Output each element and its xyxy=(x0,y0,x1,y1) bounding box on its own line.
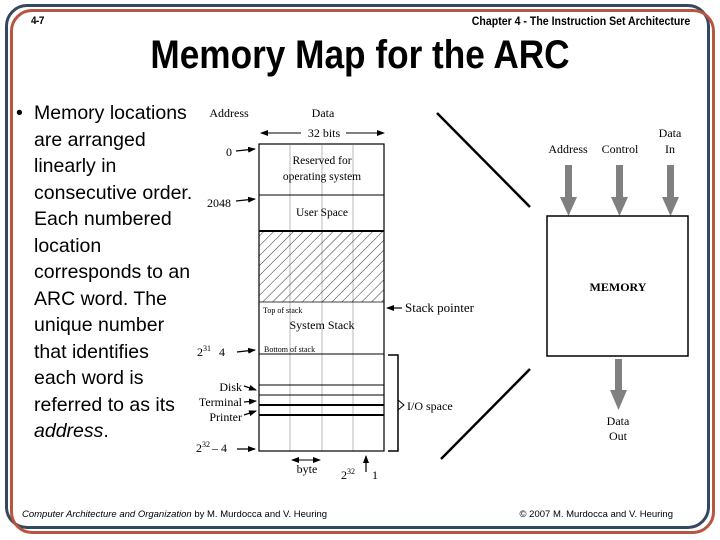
system-stack-label: System Stack xyxy=(290,318,355,332)
input-arrows xyxy=(560,165,679,216)
printer-arrow xyxy=(243,410,257,417)
footer-book-title: Computer Architecture and Organization xyxy=(22,509,192,520)
address-0-arrow xyxy=(235,146,256,153)
address-last-word: 232– 4 xyxy=(196,440,227,455)
memory-block-label: MEMORY xyxy=(590,280,647,294)
data-out-arrow xyxy=(610,359,627,410)
io-device-printer: Printer xyxy=(209,410,242,424)
stack-pointer-label: Stack pointer xyxy=(405,300,475,315)
top-of-stack-label: Top of stack xyxy=(263,306,302,315)
data-out-label-2: Out xyxy=(609,429,628,443)
footer-copyright: © 2007 M. Murdocca and V. Heuring xyxy=(519,509,673,520)
address-last-byte: 232 1 xyxy=(341,467,378,482)
byte-label: byte xyxy=(297,462,318,476)
io-space-label: I/O space xyxy=(407,399,453,413)
bottom-of-stack-label: Bottom of stack xyxy=(264,345,315,354)
address-header: Address xyxy=(209,106,249,120)
address-2048: 2048 xyxy=(207,196,231,210)
input-label-address: Address xyxy=(548,142,588,156)
unused-region-hatch xyxy=(259,231,384,302)
address-stack-bottom: 231 4 xyxy=(197,344,225,359)
user-space-label: User Space xyxy=(296,207,348,219)
io-space-bracket xyxy=(388,354,399,452)
memory-diagram: Address Data 32 bits Reserved for operat… xyxy=(196,106,689,482)
address-0: 0 xyxy=(226,145,232,159)
zoom-line-top xyxy=(436,112,531,208)
data-header: Data xyxy=(312,106,335,120)
footer-book-credit: Computer Architecture and Organization b… xyxy=(22,509,327,520)
reserved-label-1: Reserved for xyxy=(292,155,351,167)
io-space-bracket-tip xyxy=(397,399,405,411)
io-device-disk: Disk xyxy=(219,380,242,394)
reserved-label-2: operating system xyxy=(283,171,361,183)
control-input-arrow xyxy=(611,165,628,216)
input-label-data-in-1: Data xyxy=(659,126,682,140)
terminal-arrow xyxy=(243,398,257,405)
io-device-terminal: Terminal xyxy=(199,395,243,409)
data-in-arrow xyxy=(662,165,679,216)
address-input-arrow xyxy=(560,165,577,216)
width-label: 32 bits xyxy=(308,126,341,140)
input-label-data-in-2: In xyxy=(665,142,675,156)
data-out-label-1: Data xyxy=(607,414,630,428)
address-2048-arrow xyxy=(235,196,256,203)
address-stack-bottom-arrow xyxy=(236,347,256,354)
footer-book-authors: by M. Murdocca and V. Heuring xyxy=(191,509,328,520)
disk-arrow xyxy=(243,384,257,391)
input-label-control: Control xyxy=(602,142,639,156)
zoom-line-bottom xyxy=(440,368,531,460)
